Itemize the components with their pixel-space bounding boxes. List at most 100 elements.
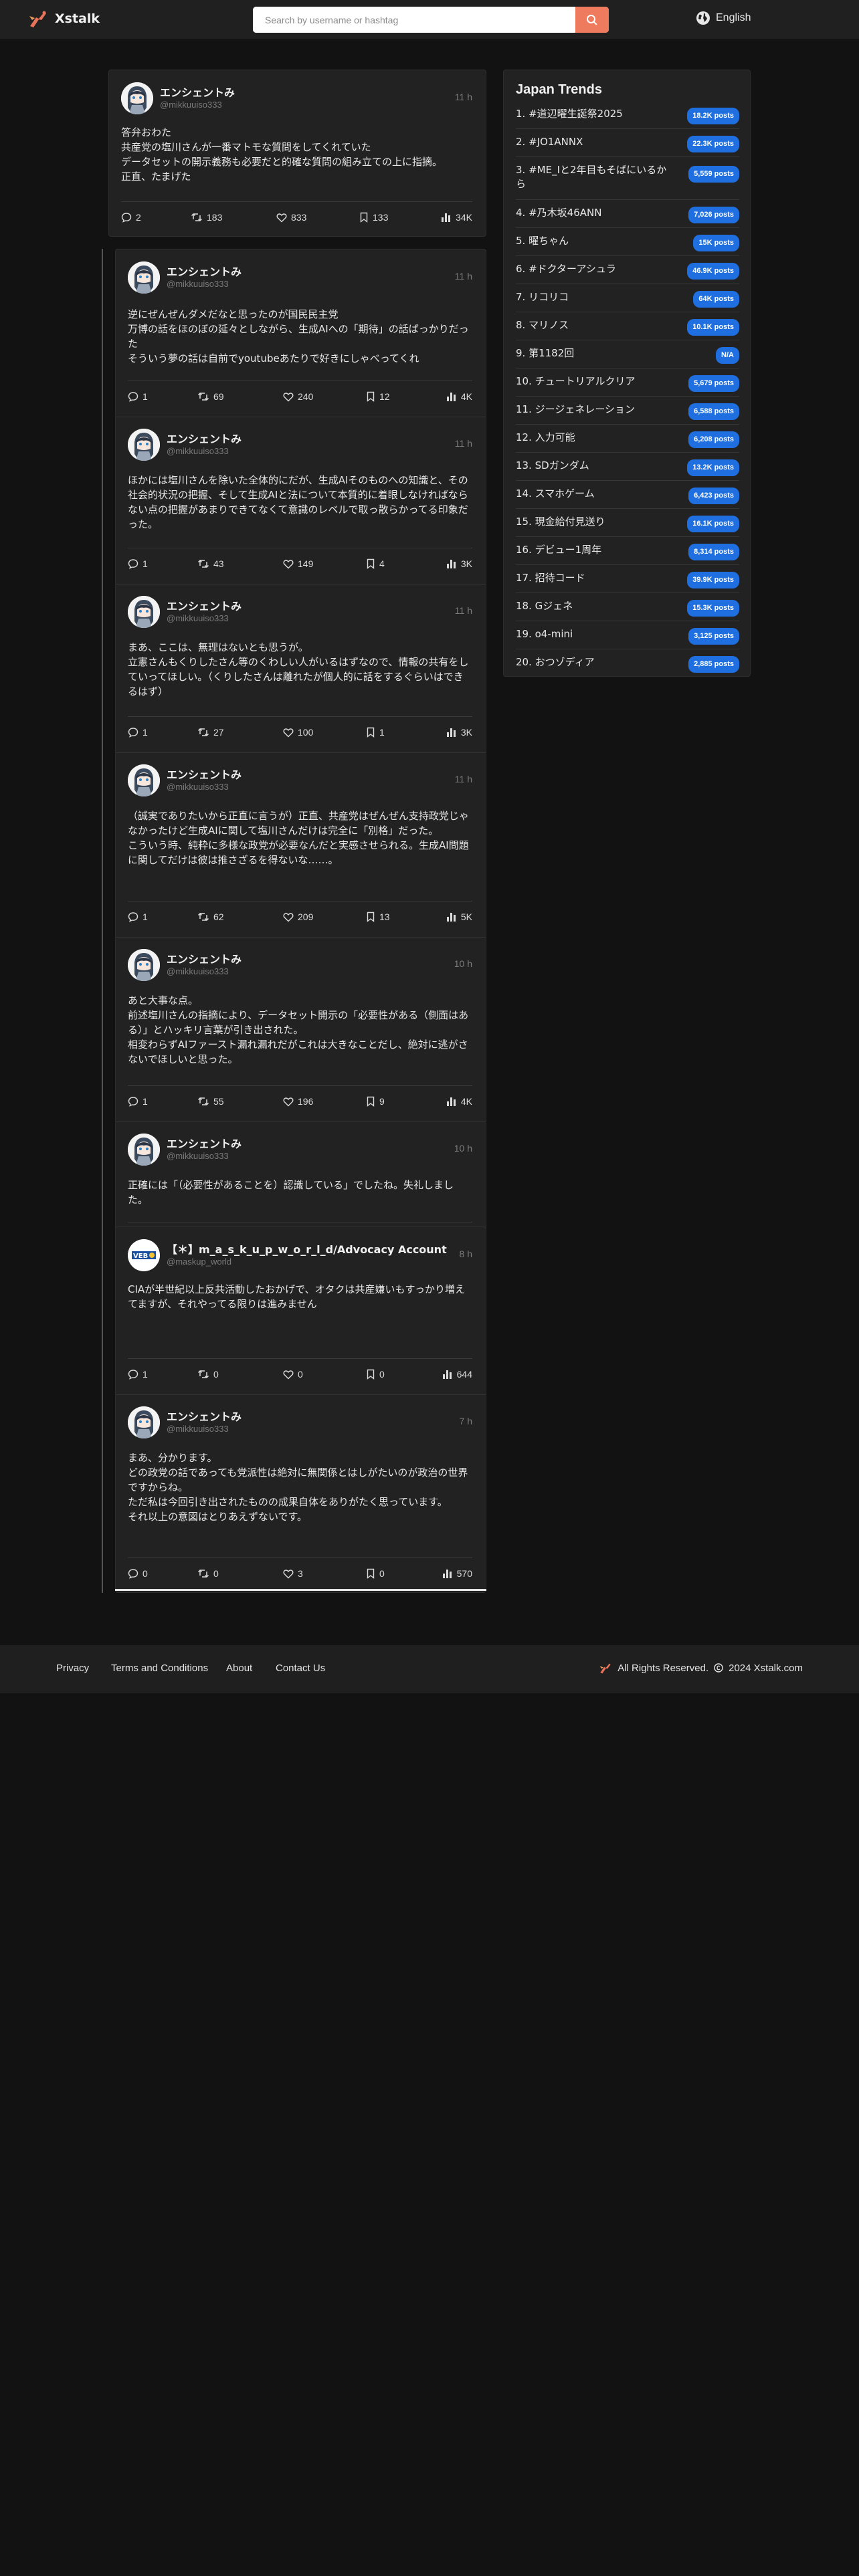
trend-item[interactable]: 19. o4-mini 3,125 posts [516, 627, 739, 645]
author-handle[interactable]: @maskup_world [167, 1257, 231, 1267]
reply-button[interactable]: 1 [128, 1369, 148, 1380]
views-button[interactable]: 4K [446, 1096, 472, 1107]
avatar[interactable] [128, 261, 160, 294]
bookmark-button[interactable]: 1 [366, 727, 385, 738]
author-name[interactable]: エンシェントみ [167, 1408, 242, 1424]
avatar[interactable] [121, 82, 153, 114]
trend-item[interactable]: 4. #乃木坂46ANN 7,026 posts [516, 206, 739, 223]
reply-button[interactable]: 2 [121, 212, 141, 223]
avatar[interactable] [128, 429, 160, 461]
like-button[interactable]: 196 [283, 1096, 313, 1107]
trend-item[interactable]: 6. #ドクターアシュラ 46.9K posts [516, 262, 739, 280]
author-name[interactable]: エンシェントみ [160, 84, 235, 100]
author-handle[interactable]: @mikkuuiso333 [167, 1424, 229, 1434]
bookmark-button[interactable]: 0 [366, 1369, 385, 1380]
trend-item[interactable]: 13. SDガンダム 13.2K posts [516, 459, 739, 476]
author-handle[interactable]: @mikkuuiso333 [167, 613, 229, 623]
views-button[interactable]: 3K [446, 727, 472, 738]
author-name[interactable]: エンシェントみ [167, 950, 242, 966]
trend-item[interactable]: 7. リコリコ 64K posts [516, 290, 739, 308]
bookmark-button[interactable]: 9 [366, 1096, 385, 1107]
footer-link-privacy[interactable]: Privacy [56, 1662, 89, 1674]
search-input[interactable] [253, 7, 575, 33]
repost-button[interactable]: 55 [197, 1096, 224, 1107]
bookmark-button[interactable]: 0 [366, 1568, 385, 1579]
avatar[interactable] [128, 1134, 160, 1166]
repost-button[interactable]: 27 [197, 727, 224, 738]
like-button[interactable]: 833 [276, 212, 306, 223]
thread-post[interactable]: エンシェントみ @mikkuuiso333 11 h （誠実でありたいから正直に言うが… [116, 752, 486, 937]
reply-button[interactable]: 0 [128, 1568, 148, 1579]
like-button[interactable]: 3 [283, 1568, 303, 1579]
repost-button[interactable]: 183 [191, 212, 222, 223]
like-button[interactable]: 0 [283, 1369, 303, 1380]
like-button[interactable]: 209 [283, 911, 313, 922]
author-name[interactable]: 【＊】m_a_s_k_u_p_w_o_r_l_d/Advocacy Accoun… [167, 1241, 447, 1257]
repost-button[interactable]: 62 [197, 911, 224, 922]
avatar[interactable]: VEB [128, 1239, 160, 1271]
avatar[interactable] [128, 764, 160, 796]
author-name[interactable]: エンシェントみ [167, 263, 242, 279]
thread-post[interactable]: VEB 【＊】m_a_s_k_u_p_w_o_r_l_d/Advocacy Acc… [116, 1227, 486, 1394]
bookmark-button[interactable]: 4 [366, 558, 385, 569]
trend-item[interactable]: 1. #道辺曜生誕祭2025 18.2K posts [516, 107, 739, 124]
author-name[interactable]: エンシェントみ [167, 766, 242, 782]
views-button[interactable]: 34K [441, 212, 472, 223]
author-handle[interactable]: @mikkuuiso333 [167, 1151, 229, 1161]
author-handle[interactable]: @mikkuuiso333 [160, 100, 222, 110]
like-button[interactable]: 240 [283, 391, 313, 402]
trend-item[interactable]: 17. 招待コード 39.9K posts [516, 571, 739, 588]
thread-post[interactable]: エンシェントみ @mikkuuiso333 11 h まあ、ここは、無理はないとも思う… [116, 584, 486, 752]
author-handle[interactable]: @mikkuuiso333 [167, 966, 229, 976]
trend-item[interactable]: 11. ジージェネレーション 6,588 posts [516, 403, 739, 420]
repost-button[interactable]: 0 [197, 1568, 219, 1579]
trend-item[interactable]: 18. Gジェネ 15.3K posts [516, 599, 739, 617]
views-button[interactable]: 4K [446, 391, 472, 402]
brand-logo[interactable]: Xstalk [28, 9, 100, 28]
avatar[interactable] [128, 949, 160, 981]
bookmark-button[interactable]: 13 [366, 911, 390, 922]
footer-link-terms[interactable]: Terms and Conditions [111, 1662, 208, 1674]
trend-item[interactable]: 16. デビュー1周年 8,314 posts [516, 543, 739, 560]
trend-item[interactable]: 15. 現金給付見送り 16.1K posts [516, 515, 739, 532]
search-button[interactable] [575, 7, 609, 33]
trend-item[interactable]: 14. スマホゲーム 6,423 posts [516, 487, 739, 504]
thread-post[interactable]: エンシェントみ @mikkuuiso333 7 h まあ、分かります。 どの政党の話で… [116, 1394, 486, 1594]
author-handle[interactable]: @mikkuuiso333 [167, 279, 229, 289]
avatar[interactable] [128, 1406, 160, 1438]
bookmark-button[interactable]: 12 [366, 391, 390, 402]
reply-button[interactable]: 1 [128, 727, 148, 738]
trend-item[interactable]: 9. 第1182回 N/A [516, 346, 739, 364]
author-name[interactable]: エンシェントみ [167, 430, 242, 446]
reply-button[interactable]: 1 [128, 558, 148, 569]
thread-post[interactable]: エンシェントみ @mikkuuiso333 11 h 逆にぜんぜんダメだなと思ったのが… [116, 249, 486, 417]
footer-link-about[interactable]: About [226, 1662, 252, 1674]
like-button[interactable]: 100 [283, 727, 313, 738]
trend-item[interactable]: 3. #ME_Iと2年目もそばにいるから 5,559 posts [516, 163, 739, 191]
author-name[interactable]: エンシェントみ [167, 1135, 242, 1151]
trend-item[interactable]: 2. #JO1ANNX 22.3K posts [516, 135, 739, 152]
author-handle[interactable]: @mikkuuiso333 [167, 782, 229, 792]
trend-item[interactable]: 12. 入力可能 6,208 posts [516, 431, 739, 448]
author-handle[interactable]: @mikkuuiso333 [167, 446, 229, 456]
author-name[interactable]: エンシェントみ [167, 597, 242, 613]
views-button[interactable]: 644 [442, 1369, 472, 1380]
views-button[interactable]: 3K [446, 558, 472, 569]
main-post[interactable]: エンシェントみ @mikkuuiso333 11 h 答弁おわた 共産党の塩川さ… [109, 70, 486, 237]
reply-button[interactable]: 1 [128, 911, 148, 922]
footer-link-contact[interactable]: Contact Us [276, 1662, 325, 1674]
repost-button[interactable]: 43 [197, 558, 224, 569]
trend-item[interactable]: 10. チュートリアルクリア 5,679 posts [516, 374, 739, 392]
repost-button[interactable]: 69 [197, 391, 224, 402]
views-button[interactable]: 570 [442, 1568, 472, 1579]
reply-button[interactable]: 1 [128, 1096, 148, 1107]
views-button[interactable]: 5K [446, 911, 472, 922]
trend-item[interactable]: 5. 曜ちゃん 15K posts [516, 234, 739, 251]
thread-post[interactable]: エンシェントみ @mikkuuiso333 10 h あと大事な点。 前述塩川さんの指… [116, 937, 486, 1121]
bookmark-button[interactable]: 133 [359, 212, 388, 223]
thread-post[interactable]: エンシェントみ @mikkuuiso333 11 h ほかには塩川さんを除いた全体的に… [116, 417, 486, 584]
trend-item[interactable]: 20. おつゾディア 2,885 posts [516, 655, 739, 673]
like-button[interactable]: 149 [283, 558, 313, 569]
language-selector[interactable]: English [696, 11, 751, 25]
avatar[interactable] [128, 596, 160, 628]
